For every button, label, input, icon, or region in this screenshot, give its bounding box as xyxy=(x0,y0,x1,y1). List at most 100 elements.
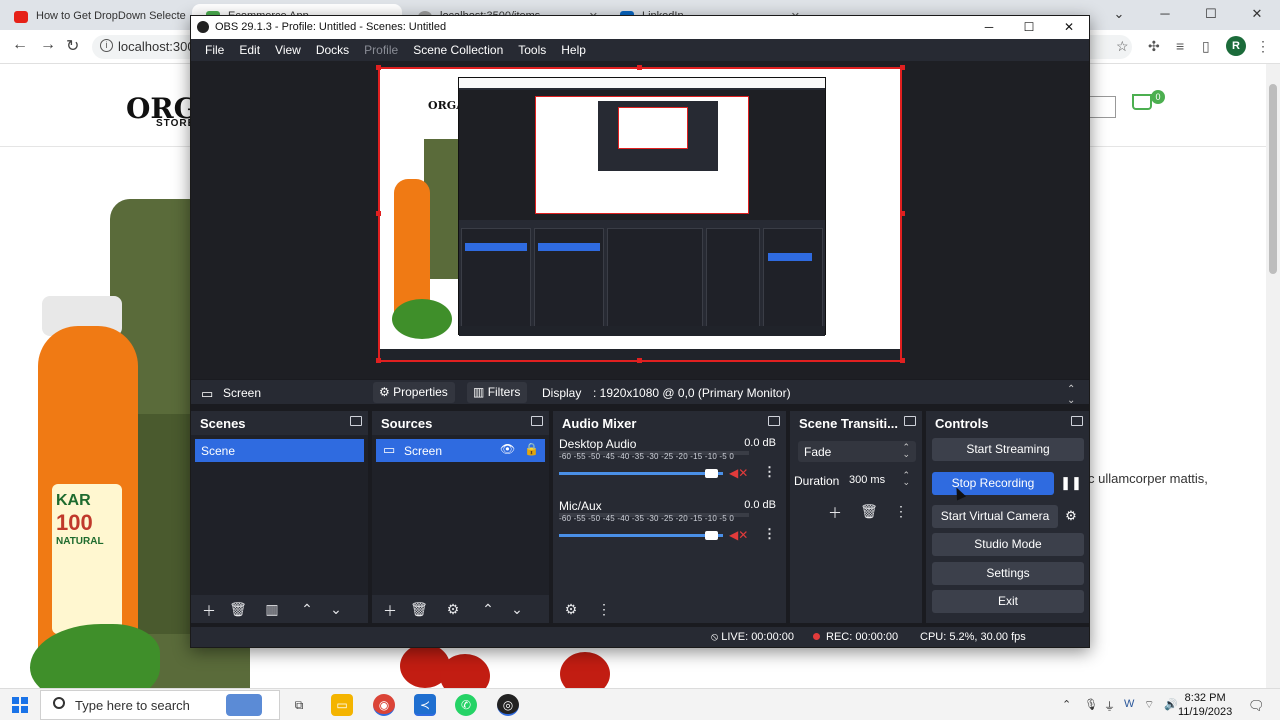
menu-view[interactable]: View xyxy=(268,39,309,61)
menu-scene-collection[interactable]: Scene Collection xyxy=(406,39,511,61)
chrome-icon[interactable]: ◉ xyxy=(373,694,395,716)
kebab-menu-icon[interactable]: ⋮ xyxy=(595,601,613,618)
undock-icon[interactable] xyxy=(531,416,543,426)
star-icon[interactable]: ☆ xyxy=(1116,38,1129,55)
spin-arrows-icon[interactable]: ⌃ ⌄ xyxy=(902,471,910,487)
kebab-menu-icon[interactable]: ⋮ xyxy=(763,526,776,542)
sidebar-icon[interactable]: ▯ xyxy=(1202,38,1210,55)
maximize-icon[interactable]: ☐ xyxy=(1188,0,1234,30)
search-highlight-icon[interactable] xyxy=(226,694,262,716)
studio-mode-button[interactable]: Studio Mode xyxy=(932,533,1084,556)
preview-canvas[interactable]: ORGA xyxy=(378,67,902,362)
arrow-down-icon[interactable]: ⌄ xyxy=(327,601,345,618)
close-icon[interactable]: ✕ xyxy=(1049,16,1089,38)
exit-button[interactable]: Exit xyxy=(932,590,1084,613)
gear-icon[interactable]: ⚙ xyxy=(444,601,462,618)
trash-icon[interactable]: 🗑 xyxy=(229,601,247,618)
cart-icon[interactable] xyxy=(1132,94,1152,110)
reload-icon[interactable]: ↻ xyxy=(66,36,79,56)
transition-select[interactable]: Fade ⌃ ⌄ xyxy=(798,441,916,462)
properties-button[interactable]: ⚙ Properties xyxy=(373,382,455,403)
menu-icon[interactable]: ⋮ xyxy=(1256,38,1270,55)
minimize-icon[interactable]: ─ xyxy=(969,16,1009,38)
list-item[interactable]: Scene xyxy=(195,439,364,462)
kebab-menu-icon[interactable]: ⋮ xyxy=(892,503,910,520)
menu-docks[interactable]: Docks xyxy=(309,39,357,61)
volume-slider-track[interactable] xyxy=(559,534,723,537)
windows-start-icon[interactable] xyxy=(12,697,28,713)
notifications-icon[interactable]: 🗨 xyxy=(1248,698,1265,714)
lock-icon[interactable]: 🔒 xyxy=(524,442,539,456)
wifi-icon[interactable]: ⌔ xyxy=(1144,698,1154,712)
page-scrollbar[interactable] xyxy=(1266,64,1280,688)
settings-button[interactable]: Settings xyxy=(932,562,1084,585)
usb-icon[interactable]: ⏚ xyxy=(1104,698,1115,714)
chevron-up-icon[interactable]: ⌃ xyxy=(1062,698,1071,711)
add-icon[interactable]: ＋ xyxy=(200,601,218,621)
resize-handle[interactable] xyxy=(900,358,905,363)
add-icon[interactable]: ＋ xyxy=(381,601,399,621)
browser-tab[interactable]: How to Get DropDown Selecte xyxy=(0,4,190,30)
file-explorer-icon[interactable]: ▭ xyxy=(331,694,353,716)
whatsapp-icon[interactable]: ✆ xyxy=(455,694,477,716)
duration-spinbox[interactable]: 300 ms ⌃ ⌄ xyxy=(844,470,916,491)
vscode-icon[interactable]: ≺ xyxy=(414,694,436,716)
task-view-icon[interactable]: ⧉ xyxy=(288,694,310,716)
menu-help[interactable]: Help xyxy=(554,39,594,61)
volume-slider-track[interactable] xyxy=(559,472,723,475)
obs-app-icon[interactable]: ◎ xyxy=(497,694,519,716)
taskbar-clock[interactable]: 8:32 PM 11/19/2023 xyxy=(1178,691,1232,719)
speaker-muted-icon[interactable]: ◀✕ xyxy=(729,466,748,480)
obs-preview-area[interactable]: ORGA xyxy=(191,61,1089,379)
undock-icon[interactable] xyxy=(904,416,916,426)
eye-icon[interactable]: 👁 xyxy=(500,442,515,456)
arrow-up-icon[interactable]: ⌃ xyxy=(479,601,497,618)
forward-icon[interactable]: → xyxy=(40,36,56,54)
menu-edit[interactable]: Edit xyxy=(232,39,268,61)
resize-handle[interactable] xyxy=(376,211,381,216)
filter-icon[interactable]: ▥ xyxy=(263,601,281,618)
display-select[interactable]: : 1920x1080 @ 0,0 (Primary Monitor) xyxy=(593,386,791,400)
start-streaming-button[interactable]: Start Streaming xyxy=(932,438,1084,461)
resize-handle[interactable] xyxy=(376,65,381,70)
menu-tools[interactable]: Tools xyxy=(511,39,554,61)
trash-icon[interactable]: 🗑 xyxy=(860,503,878,520)
undock-icon[interactable] xyxy=(1071,416,1083,426)
undock-icon[interactable] xyxy=(768,416,780,426)
scrollbar-thumb[interactable] xyxy=(1269,84,1277,274)
minimize-icon[interactable]: ─ xyxy=(1142,0,1188,30)
volume-slider-thumb[interactable] xyxy=(705,531,718,540)
add-icon[interactable]: ＋ xyxy=(826,503,844,523)
pause-recording-button[interactable]: ❚❚ xyxy=(1060,472,1082,495)
list-item[interactable]: ▭ Screen 👁 🔒 xyxy=(376,439,545,462)
resize-handle[interactable] xyxy=(900,65,905,70)
menu-profile[interactable]: Profile xyxy=(357,39,406,61)
speaker-muted-icon[interactable]: ◀✕ xyxy=(729,528,748,542)
chevron-updown-icon[interactable]: ⌃ ⌄ xyxy=(1067,384,1075,406)
undock-icon[interactable] xyxy=(350,416,362,426)
playlist-icon[interactable]: ≡ xyxy=(1176,38,1184,54)
microphone-icon[interactable]: 🎙 xyxy=(1084,698,1098,711)
stop-recording-button[interactable]: Stop Recording xyxy=(932,472,1054,495)
back-icon[interactable]: ← xyxy=(12,36,28,54)
trash-icon[interactable]: 🗑 xyxy=(410,601,428,618)
word-icon[interactable]: W xyxy=(1124,698,1134,710)
avatar[interactable]: R xyxy=(1226,36,1246,56)
arrow-down-icon[interactable]: ⌄ xyxy=(508,601,526,618)
volume-icon[interactable]: 🔊 xyxy=(1164,698,1178,711)
resize-handle[interactable] xyxy=(900,211,905,216)
filters-button[interactable]: ▥ Filters xyxy=(467,382,528,403)
chevron-down-icon[interactable]: ⌄ xyxy=(1096,0,1142,30)
menu-file[interactable]: File xyxy=(198,39,232,61)
volume-slider-thumb[interactable] xyxy=(705,469,718,478)
arrow-up-icon[interactable]: ⌃ xyxy=(298,601,316,618)
start-virtual-camera-button[interactable]: Start Virtual Camera xyxy=(932,505,1058,528)
info-icon[interactable]: i xyxy=(100,39,113,52)
close-icon[interactable]: ✕ xyxy=(1234,0,1280,30)
maximize-icon[interactable]: ☐ xyxy=(1009,16,1049,38)
kebab-menu-icon[interactable]: ⋮ xyxy=(763,464,776,480)
virtual-camera-settings-button[interactable]: ⚙ xyxy=(1060,505,1082,528)
extensions-icon[interactable]: ✣ xyxy=(1148,38,1160,55)
search-box-edge[interactable] xyxy=(1090,96,1116,118)
resize-handle[interactable] xyxy=(637,358,642,363)
